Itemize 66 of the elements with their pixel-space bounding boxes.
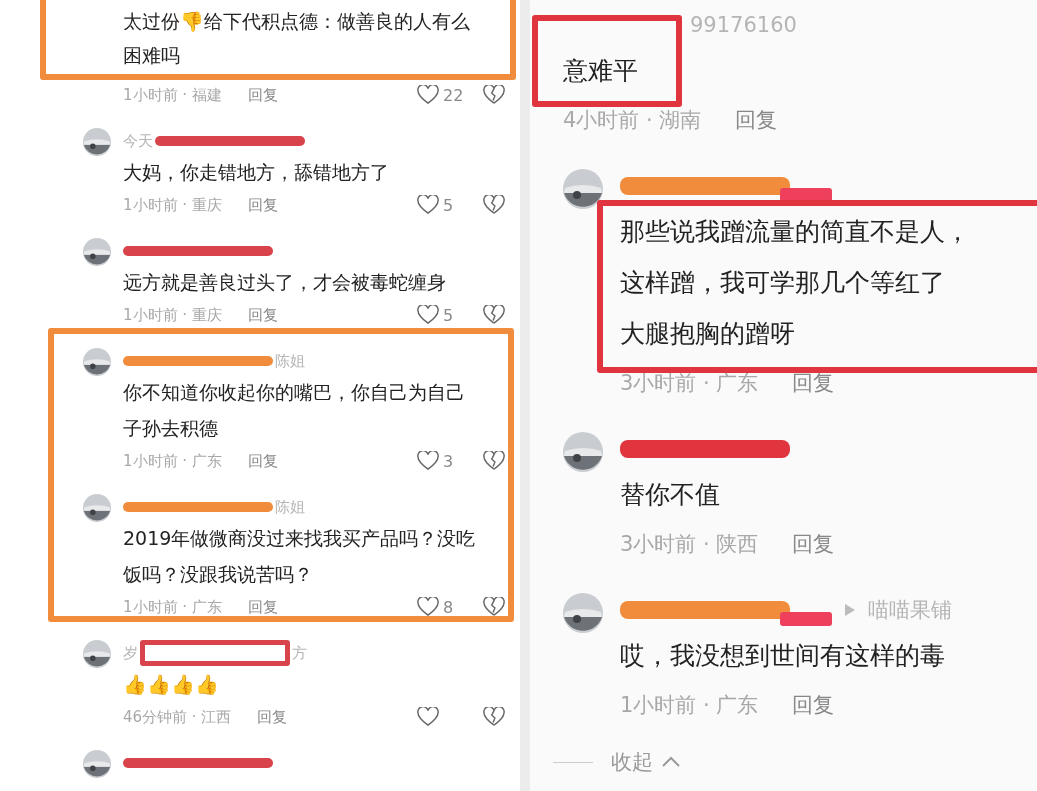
reply-link[interactable]: 回复 [247,451,278,471]
user-name[interactable]: 今天 [123,131,153,151]
heart-icon[interactable] [417,85,439,105]
avatar[interactable] [83,238,111,266]
comment-text: 你不知道你收起你的嘴巴，你自己为自己 子孙去积德 [123,380,465,441]
user-name[interactable]: 喵喵果铺 [868,596,952,624]
like-count: 5 [443,195,454,215]
collapse-link[interactable]: 收起 [611,748,653,776]
play-icon [844,603,856,617]
broken-heart-icon[interactable] [483,195,505,215]
comment-text: 太过份👎给下代积点德：做善良的人有么 困难吗 [123,9,470,68]
broken-heart-icon[interactable] [483,597,505,617]
reply-link[interactable]: 回复 [247,597,278,617]
comment-text: 大妈，你走错地方，舔错地方了 [123,160,389,185]
user-name[interactable]: 陈姐 [275,497,305,517]
reply-link[interactable]: 回复 [792,690,835,719]
avatar[interactable] [563,432,603,472]
avatar[interactable] [563,169,603,209]
timestamp-location: 4小时前 · 湖南 [563,106,702,134]
heart-icon[interactable] [417,305,439,325]
timestamp-location: 1小时前 · 重庆 [123,195,222,215]
avatar[interactable] [83,348,111,376]
avatar[interactable] [83,750,111,778]
broken-heart-icon[interactable] [483,85,505,105]
heart-icon[interactable] [417,597,439,617]
reply-link[interactable]: 回复 [735,105,778,134]
like-count: 8 [443,597,454,617]
reply-link[interactable]: 回复 [257,707,288,727]
like-count: 3 [443,451,454,471]
timestamp-location: 3小时前 · 陕西 [620,530,759,558]
user-name[interactable]: 陈姐 [275,351,305,371]
broken-heart-icon[interactable] [483,305,505,325]
user-name[interactable]: 岁 [123,643,138,663]
user-name[interactable]: 99176160 [690,13,797,37]
timestamp-location: 3小时前 · 广东 [620,369,759,397]
avatar[interactable] [83,494,111,522]
avatar[interactable] [83,640,111,668]
reply-link[interactable]: 回复 [247,305,278,325]
heart-icon[interactable] [417,707,439,727]
comment-text: 远方就是善良过头了，才会被毒蛇缠身 [123,270,446,295]
heart-icon[interactable] [417,451,439,471]
heart-icon[interactable] [417,195,439,215]
broken-heart-icon[interactable] [483,707,505,727]
reply-link[interactable]: 回复 [792,368,835,397]
avatar[interactable] [563,593,603,633]
comment-text: 哎，我没想到世间有这样的毒 [620,640,945,672]
reply-link[interactable]: 回复 [792,529,835,558]
comment-text: 2019年做微商没过来找我买产品吗？没吃 饭吗？没跟我说苦吗？ [123,526,476,587]
like-count: 5 [443,305,454,325]
timestamp-location: 1小时前 · 重庆 [123,305,222,325]
timestamp-location: 1小时前 · 广东 [123,451,222,471]
comment-text: 替你不值 [620,479,720,511]
timestamp-location: 1小时前 · 广东 [620,691,759,719]
reply-link[interactable]: 回复 [247,195,278,215]
avatar[interactable] [83,128,111,156]
comment-text: 那些说我蹭流量的简直不是人， 这样蹭，我可学那几个等红了 大腿抱胸的蹭呀 [620,216,970,350]
chevron-up-icon [661,756,681,768]
timestamp-location: 1小时前 · 广东 [123,597,222,617]
user-name[interactable]: 方 [292,643,307,663]
comment-text: 意难平 [563,55,638,87]
broken-heart-icon[interactable] [483,451,505,471]
timestamp-location: 1小时前 · 福建 [123,85,222,105]
timestamp-location: 46分钟前 · 江西 [123,707,232,727]
reply-link[interactable]: 回复 [247,85,278,105]
comment-text: 👍👍👍👍 [123,672,219,697]
like-count: 22 [443,85,464,105]
